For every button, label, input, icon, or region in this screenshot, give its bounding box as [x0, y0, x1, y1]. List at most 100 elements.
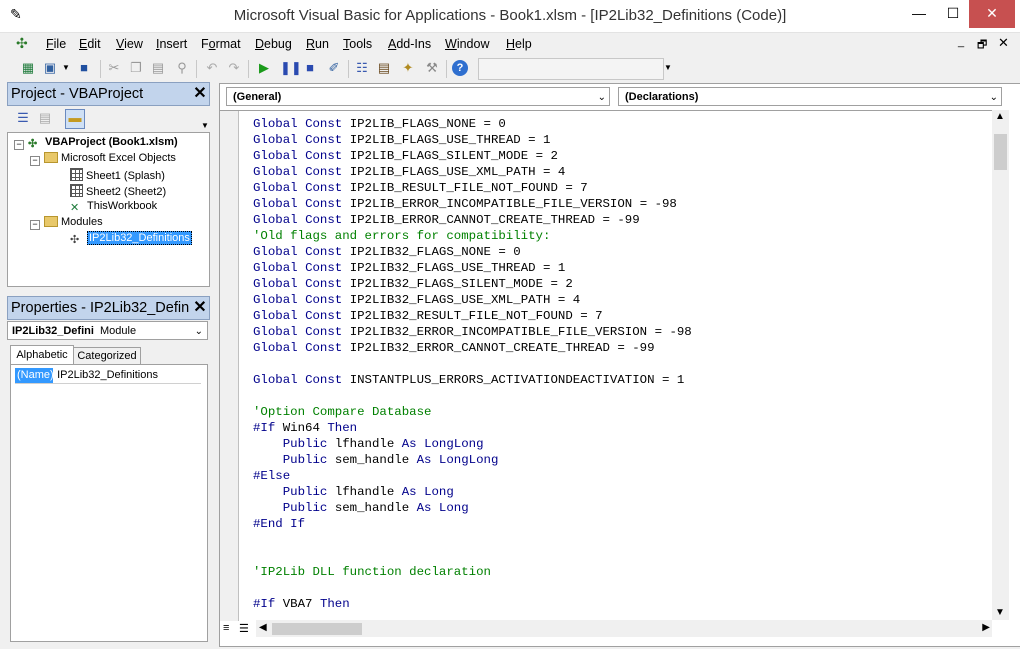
- toggle-folders-icon[interactable]: ▬: [65, 109, 85, 129]
- property-row-name[interactable]: (Name) IP2Lib32_Definitions: [15, 368, 201, 384]
- code-line: #If VBA7 Then: [253, 597, 350, 611]
- code-line: Global Const IP2LIB32_FLAGS_SILENT_MODE …: [253, 277, 573, 291]
- tree-node-ip2lib32-definitions[interactable]: ✣ IP2Lib32_Definitions: [70, 231, 192, 246]
- menu-help[interactable]: Help: [506, 37, 532, 51]
- dropdown-arrow-icon[interactable]: ▼: [58, 60, 74, 76]
- code-line: 'IP2Lib DLL function declaration: [253, 565, 491, 579]
- code-line: Global Const INSTANTPLUS_ERRORS_ACTIVATI…: [253, 373, 685, 387]
- break-icon[interactable]: ❚❚: [280, 60, 302, 76]
- close-icon[interactable]: ✕: [191, 297, 209, 319]
- procedure-view-icon[interactable]: ≡: [223, 622, 229, 634]
- toolbar-options-icon[interactable]: ▼: [660, 60, 676, 76]
- scroll-down-icon[interactable]: ▼: [995, 607, 1005, 618]
- view-object-icon[interactable]: ▤: [37, 110, 53, 126]
- procedure-combo[interactable]: (Declarations) ⌄: [618, 87, 1002, 106]
- mdi-restore-button[interactable]: 🗗: [977, 36, 987, 55]
- code-line: Global Const IP2LIB32_ERROR_INCOMPATIBLE…: [253, 325, 692, 339]
- code-window: (General) ⌄ (Declarations) ⌄ Global Cons…: [219, 83, 1020, 647]
- menu-window[interactable]: Window: [445, 37, 489, 51]
- folder-icon: [44, 152, 58, 163]
- vba-project-icon: ✣: [28, 138, 38, 150]
- module-icon: ✣: [70, 234, 80, 246]
- code-line: Global Const IP2LIB_FLAGS_SILENT_MODE = …: [253, 149, 558, 163]
- tree-node-modules[interactable]: Modules: [44, 216, 103, 228]
- folder-icon: [44, 216, 58, 227]
- help-icon[interactable]: ?: [452, 60, 468, 76]
- margin-indicator-bar[interactable]: [220, 111, 239, 621]
- code-line: Public lfhandle As Long: [282, 485, 454, 499]
- menu-run[interactable]: Run: [306, 37, 329, 51]
- menu-format[interactable]: Format: [201, 37, 241, 51]
- paste-icon[interactable]: ▤: [150, 60, 166, 76]
- code-line: #Else: [253, 469, 291, 483]
- title-bar: ✎ Microsoft Visual Basic for Application…: [0, 0, 1020, 33]
- line-col-indicator: [478, 58, 664, 80]
- tree-node-excel-objects[interactable]: Microsoft Excel Objects: [44, 152, 176, 164]
- object-combo[interactable]: (General) ⌄: [226, 87, 610, 106]
- menu-tools[interactable]: Tools: [343, 37, 372, 51]
- horizontal-scrollbar[interactable]: ◀ ▶: [256, 620, 992, 637]
- workbook-icon: ✕: [70, 202, 80, 214]
- copy-icon[interactable]: ❐: [128, 60, 144, 76]
- cut-icon[interactable]: ✂: [106, 60, 122, 76]
- project-tree: − ✣ VBAProject (Book1.xlsm) − Microsoft E…: [7, 132, 210, 287]
- code-editor[interactable]: Global Const IP2LIB_FLAGS_NONE = 0 Global…: [220, 110, 992, 621]
- code-line: Global Const IP2LIB32_FLAGS_USE_XML_PATH…: [253, 293, 581, 307]
- menu-addins[interactable]: Add-Ins: [388, 37, 431, 51]
- mdi-close-button[interactable]: ✕: [998, 35, 1009, 51]
- redo-icon[interactable]: ↷: [226, 60, 242, 76]
- object-select[interactable]: IP2Lib32_Defini Module ⌄: [7, 321, 208, 340]
- chevron-down-icon: ⌄: [597, 92, 606, 103]
- object-browser-icon[interactable]: ✦: [400, 60, 416, 76]
- save-icon[interactable]: ■: [76, 60, 92, 76]
- tab-alphabetic[interactable]: Alphabetic: [10, 345, 74, 365]
- insert-userform-icon[interactable]: ▣: [42, 60, 58, 76]
- close-button[interactable]: ✕: [969, 0, 1015, 28]
- code-line: Global Const IP2LIB_FLAGS_NONE = 0: [253, 117, 506, 131]
- tab-categorized[interactable]: Categorized: [73, 347, 141, 365]
- properties-pane-title: Properties - IP2Lib32_Defin ✕: [7, 296, 210, 320]
- tree-node-sheet1[interactable]: Sheet1 (Splash): [70, 168, 165, 182]
- design-mode-icon[interactable]: ✐: [326, 60, 342, 76]
- maximize-button[interactable]: ☐: [936, 0, 970, 28]
- menu-file[interactable]: File: [46, 37, 66, 51]
- excel-view-icon[interactable]: ▦: [20, 60, 36, 76]
- menu-view[interactable]: View: [116, 37, 143, 51]
- menu-edit[interactable]: Edit: [79, 37, 101, 51]
- view-code-icon[interactable]: ☰: [15, 110, 31, 126]
- vertical-scrollbar[interactable]: ▲ ▼: [992, 110, 1009, 620]
- close-icon[interactable]: ✕: [191, 83, 209, 105]
- tree-node-sheet2[interactable]: Sheet2 (Sheet2): [70, 184, 166, 198]
- minimize-button[interactable]: —: [902, 0, 936, 28]
- menu-bar: ✣ File Edit View Insert Format Debug Run Tools A…: [0, 33, 1020, 55]
- reset-icon[interactable]: ■: [302, 60, 318, 76]
- project-explorer-icon[interactable]: ☷: [354, 60, 370, 76]
- code-line: Public sem_handle As LongLong: [282, 453, 499, 467]
- scroll-left-icon[interactable]: ◀: [259, 622, 267, 633]
- properties-grid: (Name) IP2Lib32_Definitions: [10, 364, 208, 642]
- horizontal-scroll-thumb[interactable]: [272, 623, 362, 635]
- vertical-scroll-thumb[interactable]: [994, 134, 1007, 170]
- menu-debug[interactable]: Debug: [255, 37, 292, 51]
- properties-window-icon[interactable]: ▤: [376, 60, 392, 76]
- scroll-up-icon[interactable]: ▲: [995, 111, 1005, 122]
- toolbox-icon[interactable]: ⚒: [424, 60, 440, 76]
- tree-node-thisworkbook[interactable]: ✕ ThisWorkbook: [70, 200, 157, 214]
- scroll-right-icon[interactable]: ▶: [982, 622, 990, 633]
- chevron-down-icon: ⌄: [989, 92, 998, 103]
- mdi-minimize-button[interactable]: _: [958, 36, 964, 48]
- code-line: Global Const IP2LIB32_FLAGS_NONE = 0: [253, 245, 521, 259]
- run-icon[interactable]: ▶: [256, 60, 272, 76]
- code-line: 'Old flags and errors for compatibility:: [253, 229, 551, 243]
- vba-icon[interactable]: ✣: [16, 35, 34, 53]
- menu-insert[interactable]: Insert: [156, 37, 187, 51]
- undo-icon[interactable]: ↶: [204, 60, 220, 76]
- code-line: Global Const IP2LIB32_RESULT_FILE_NOT_FO…: [253, 309, 603, 323]
- full-module-view-icon[interactable]: ☰: [239, 622, 249, 635]
- find-icon[interactable]: ⚲: [174, 60, 190, 76]
- code-line: Global Const IP2LIB_ERROR_CANNOT_CREATE_…: [253, 213, 640, 227]
- tree-node-vbaproject[interactable]: ✣ VBAProject (Book1.xlsm): [28, 136, 178, 150]
